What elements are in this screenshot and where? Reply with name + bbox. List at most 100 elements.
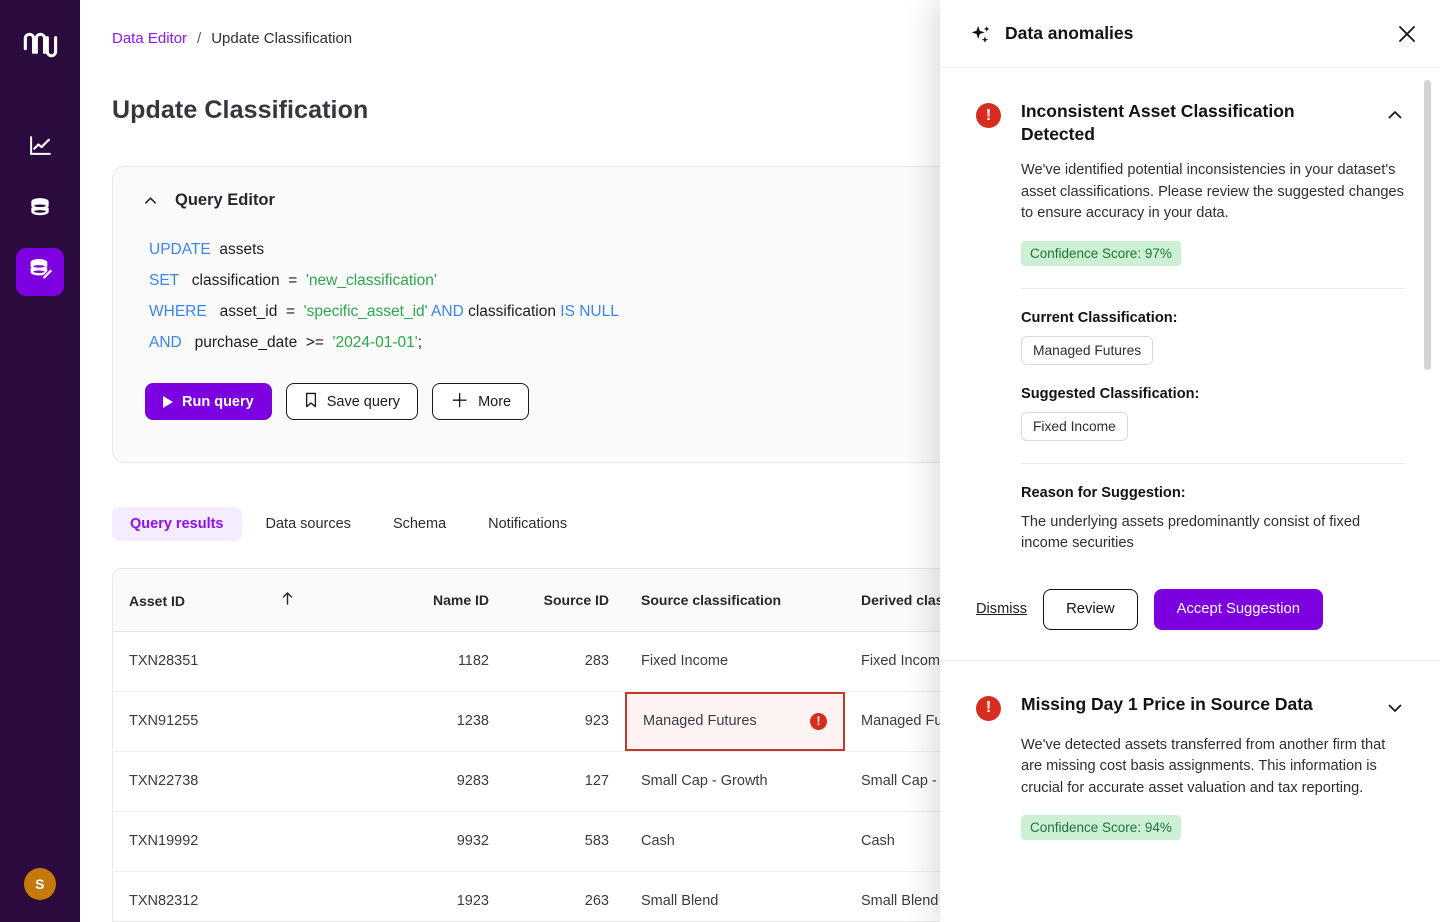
tab-schema[interactable]: Schema (375, 507, 464, 541)
cell-source-classification-flagged[interactable]: Managed Futures! (625, 691, 845, 752)
column-header-name-id[interactable]: Name ID (345, 569, 505, 632)
anomaly-detail: We've identified potential inconsistenci… (976, 160, 1404, 266)
tab-data-sources[interactable]: Data sources (248, 507, 369, 541)
save-query-label: Save query (326, 393, 401, 410)
avatar: S (24, 868, 56, 900)
cell-source-id[interactable]: 583 (505, 811, 625, 872)
cell-name-id[interactable]: 1182 (345, 631, 505, 692)
tab-notifications[interactable]: Notifications (470, 507, 585, 541)
cell-asset-id[interactable]: TXN82312 (113, 871, 345, 921)
cell-source-id[interactable]: 923 (505, 691, 625, 752)
confidence-badge: Confidence Score: 97% (1021, 240, 1181, 266)
page-title: Update Classification (112, 96, 369, 124)
sidebar-item-data[interactable] (16, 186, 64, 234)
accept-suggestion-button[interactable]: Accept Suggestion (1153, 588, 1323, 630)
cell-name-id[interactable]: 1923 (345, 871, 505, 921)
bookmark-icon (304, 392, 318, 412)
sql-token: AND (427, 303, 464, 320)
reason-label: Reason for Suggestion: (1021, 484, 1186, 501)
classification-fields: Current Classification: Managed Futures … (976, 310, 1404, 441)
anomaly-card: ! Missing Day 1 Price in Source Data We'… (940, 661, 1440, 840)
sidebar-item-data-editor[interactable] (16, 248, 64, 296)
sparkles-icon (970, 23, 992, 45)
run-query-label: Run query (182, 393, 254, 410)
cell-asset-id[interactable]: TXN22738 (113, 751, 345, 812)
breadcrumb: Data Editor / Update Classification (112, 30, 352, 47)
divider (1021, 287, 1404, 289)
current-classification-value: Managed Futures (1021, 335, 1154, 365)
anomaly-actions: Dismiss Review Accept Suggestion (940, 555, 1440, 660)
breadcrumb-link-data-editor[interactable]: Data Editor (112, 30, 187, 47)
anomaly-description: We've detected assets transferred from a… (1021, 736, 1386, 796)
anomaly-card: ! Inconsistent Asset Classification Dete… (940, 68, 1440, 555)
cell-source-id[interactable]: 263 (505, 871, 625, 921)
result-tabs: Query results Data sources Schema Notificat… (112, 507, 585, 541)
cell-name-id[interactable]: 9283 (345, 751, 505, 812)
cell-value: Managed Futures (643, 713, 757, 729)
database-edit-icon (27, 256, 54, 288)
cell-name-id[interactable]: 9932 (345, 811, 505, 872)
chevron-down-icon[interactable] (1386, 699, 1404, 717)
sql-token: SET (149, 272, 179, 289)
reason-text: The underlying assets predominantly cons… (1021, 513, 1361, 552)
breadcrumb-current: Update Classification (211, 29, 353, 47)
tab-query-results[interactable]: Query results (112, 507, 242, 541)
user-avatar-button[interactable]: S (16, 860, 64, 908)
panel-scrollbar[interactable] (1424, 80, 1431, 370)
app-logo-waveform[interactable] (17, 22, 63, 68)
sql-token: 'specific_asset_id' (303, 303, 428, 320)
sql-token: classification (463, 303, 561, 320)
panel-body[interactable]: ! Inconsistent Asset Classification Dete… (940, 68, 1440, 922)
chevron-up-icon[interactable] (143, 193, 158, 208)
column-header-asset-id[interactable]: Asset ID (113, 569, 345, 632)
data-anomalies-panel: Data anomalies ! Inconsistent Asset Clas… (940, 0, 1440, 922)
cell-asset-id[interactable]: TXN91255 (113, 691, 345, 752)
divider (1021, 462, 1404, 464)
error-icon: ! (976, 695, 1001, 721)
cell-source-classification[interactable]: Cash (625, 811, 845, 872)
cell-asset-id[interactable]: TXN19992 (113, 811, 345, 872)
sql-token: purchase_date >= (181, 334, 333, 351)
sql-token: 'new_classification' (305, 272, 437, 289)
arrow-up-icon[interactable] (281, 591, 294, 609)
current-classification-label: Current Classification: (1021, 309, 1178, 326)
confidence-badge: Confidence Score: 94% (1021, 815, 1181, 840)
column-header-source-id[interactable]: Source ID (505, 569, 625, 632)
save-query-button[interactable]: Save query (285, 383, 419, 420)
query-editor-title: Query Editor (175, 191, 275, 209)
more-button[interactable]: ＋ More (432, 383, 530, 420)
cell-asset-id[interactable]: TXN28351 (113, 631, 345, 692)
more-label: More (478, 393, 512, 410)
cell-name-id[interactable]: 1238 (345, 691, 505, 752)
panel-header: Data anomalies (940, 0, 1440, 68)
column-header-source-classification[interactable]: Source classification (625, 569, 845, 632)
sql-token: '2024-01-01' (332, 334, 418, 351)
review-button[interactable]: Review (1043, 588, 1138, 630)
play-icon (163, 395, 173, 408)
panel-title: Data anomalies (1005, 23, 1134, 43)
error-icon[interactable]: ! (810, 712, 827, 730)
anomaly-detail: We've detected assets transferred from a… (976, 735, 1404, 840)
anomaly-highlight-box: Managed Futures! (625, 691, 845, 751)
dismiss-button[interactable]: Dismiss (976, 601, 1027, 617)
run-query-button[interactable]: Run query (145, 383, 272, 420)
close-icon[interactable] (1396, 23, 1418, 45)
chevron-up-icon[interactable] (1386, 106, 1404, 124)
anomaly-header: ! Inconsistent Asset Classification Dete… (976, 100, 1404, 146)
sidebar-item-analytics[interactable] (16, 124, 64, 172)
suggested-classification-label: Suggested Classification: (1021, 385, 1200, 402)
cell-source-id[interactable]: 127 (505, 751, 625, 812)
cell-source-classification[interactable]: Small Blend (625, 871, 845, 921)
cell-source-classification[interactable]: Small Cap - Growth (625, 751, 845, 812)
sql-token: IS NULL (560, 303, 619, 320)
database-icon (27, 195, 53, 226)
reason-block: Reason for Suggestion: The underlying as… (976, 485, 1404, 555)
sql-token: UPDATE (149, 241, 211, 258)
cell-source-classification[interactable]: Fixed Income (625, 631, 845, 692)
cell-source-id[interactable]: 283 (505, 631, 625, 692)
sql-token: WHERE (149, 303, 207, 320)
rail-items (16, 124, 64, 296)
line-chart-icon (28, 133, 53, 163)
left-nav-rail: S (0, 0, 80, 922)
sql-token: assets (210, 241, 265, 258)
